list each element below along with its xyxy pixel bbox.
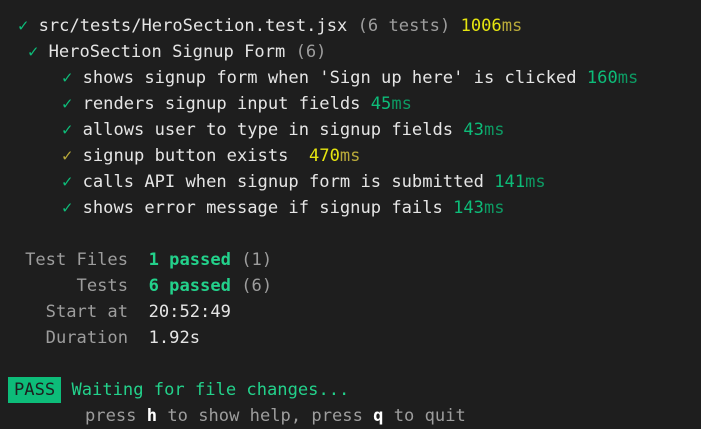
test-name: shows error message if signup fails — [82, 198, 443, 218]
suite-line: ✓ HeroSection Signup Form (6) — [0, 39, 326, 65]
test-duration: 141 — [494, 172, 526, 192]
check-icon: ✓ — [62, 120, 73, 140]
test-file-count: (6 tests) — [357, 16, 451, 36]
test-duration: 470 — [309, 146, 340, 166]
test-case-line: ✓ calls API when signup form is submitte… — [0, 169, 546, 195]
duration-unit: ms — [391, 94, 412, 114]
summary-value: 1.92s — [148, 328, 201, 348]
summary-passed: 1 passed — [148, 250, 231, 270]
check-icon: ✓ — [62, 198, 73, 218]
summary-passed: 6 passed — [148, 276, 231, 296]
summary-tests: Tests 6 passed (6) — [0, 273, 273, 299]
suite-name: HeroSection Signup Form — [48, 42, 286, 62]
watch-message: Waiting for file changes... — [71, 380, 350, 400]
duration-unit: ms — [617, 68, 639, 88]
summary-label: Duration — [45, 328, 128, 348]
suite-count: (6) — [295, 42, 327, 62]
duration-unit: ms — [483, 198, 505, 218]
terminal-output: ✓ src/tests/HeroSection.test.jsx (6 test… — [0, 0, 701, 428]
test-name: shows signup form when 'Sign up here' is… — [82, 68, 577, 88]
test-duration: 45 — [370, 94, 392, 114]
duration-unit: ms — [339, 146, 361, 166]
summary-label: Test Files — [25, 250, 128, 270]
summary-value: 20:52:49 — [148, 302, 231, 322]
summary-duration: Duration 1.92s — [0, 325, 200, 351]
test-file-line: ✓ src/tests/HeroSection.test.jsx (6 test… — [0, 13, 522, 39]
summary-label: Tests — [76, 276, 128, 296]
duration-unit: ms — [483, 120, 505, 140]
check-icon: ✓ — [62, 146, 73, 166]
hint-text: press — [85, 406, 147, 426]
test-file-path: src/tests/HeroSection.test.jsx — [38, 16, 348, 36]
test-case-line-slow: ✓ signup button exists 470ms — [0, 143, 360, 169]
summary-label: Start at — [45, 302, 128, 322]
summary-total: (1) — [241, 250, 273, 270]
test-case-line: ✓ shows signup form when 'Sign up here' … — [0, 65, 638, 91]
check-icon: ✓ — [62, 94, 73, 114]
duration-unit: ms — [501, 16, 523, 36]
hint-text: to quit — [383, 406, 466, 426]
hint-text: to show help, press — [157, 406, 374, 426]
test-name: renders signup input fields — [82, 94, 361, 114]
test-case-line: ✓ shows error message if signup fails 14… — [0, 195, 505, 221]
summary-test-files: Test Files 1 passed (1) — [0, 247, 272, 273]
test-file-duration: 1006 — [460, 16, 502, 36]
check-icon: ✓ — [18, 16, 29, 36]
test-duration: 43 — [463, 120, 484, 140]
summary-start: Start at 20:52:49 — [0, 299, 231, 325]
help-key[interactable]: h — [147, 406, 157, 426]
quit-key[interactable]: q — [373, 406, 383, 426]
test-name: allows user to type in signup fields — [82, 120, 454, 140]
test-name: signup button exists — [82, 146, 299, 166]
test-duration: 143 — [453, 198, 484, 218]
check-icon: ✓ — [62, 172, 73, 192]
test-duration: 160 — [586, 68, 618, 88]
test-name: calls API when signup form is submitted — [82, 172, 484, 192]
check-icon: ✓ — [62, 68, 73, 88]
check-icon: ✓ — [28, 42, 39, 62]
pass-badge: PASS — [8, 377, 62, 403]
summary-total: (6) — [241, 276, 273, 296]
keyboard-hint-line: press h to show help, press q to quit — [0, 403, 466, 429]
test-case-line: ✓ allows user to type in signup fields 4… — [0, 117, 505, 143]
test-case-line: ✓ renders signup input fields 45ms — [0, 91, 412, 117]
watch-status-line: PASS Waiting for file changes... — [0, 377, 349, 403]
duration-unit: ms — [525, 172, 546, 192]
